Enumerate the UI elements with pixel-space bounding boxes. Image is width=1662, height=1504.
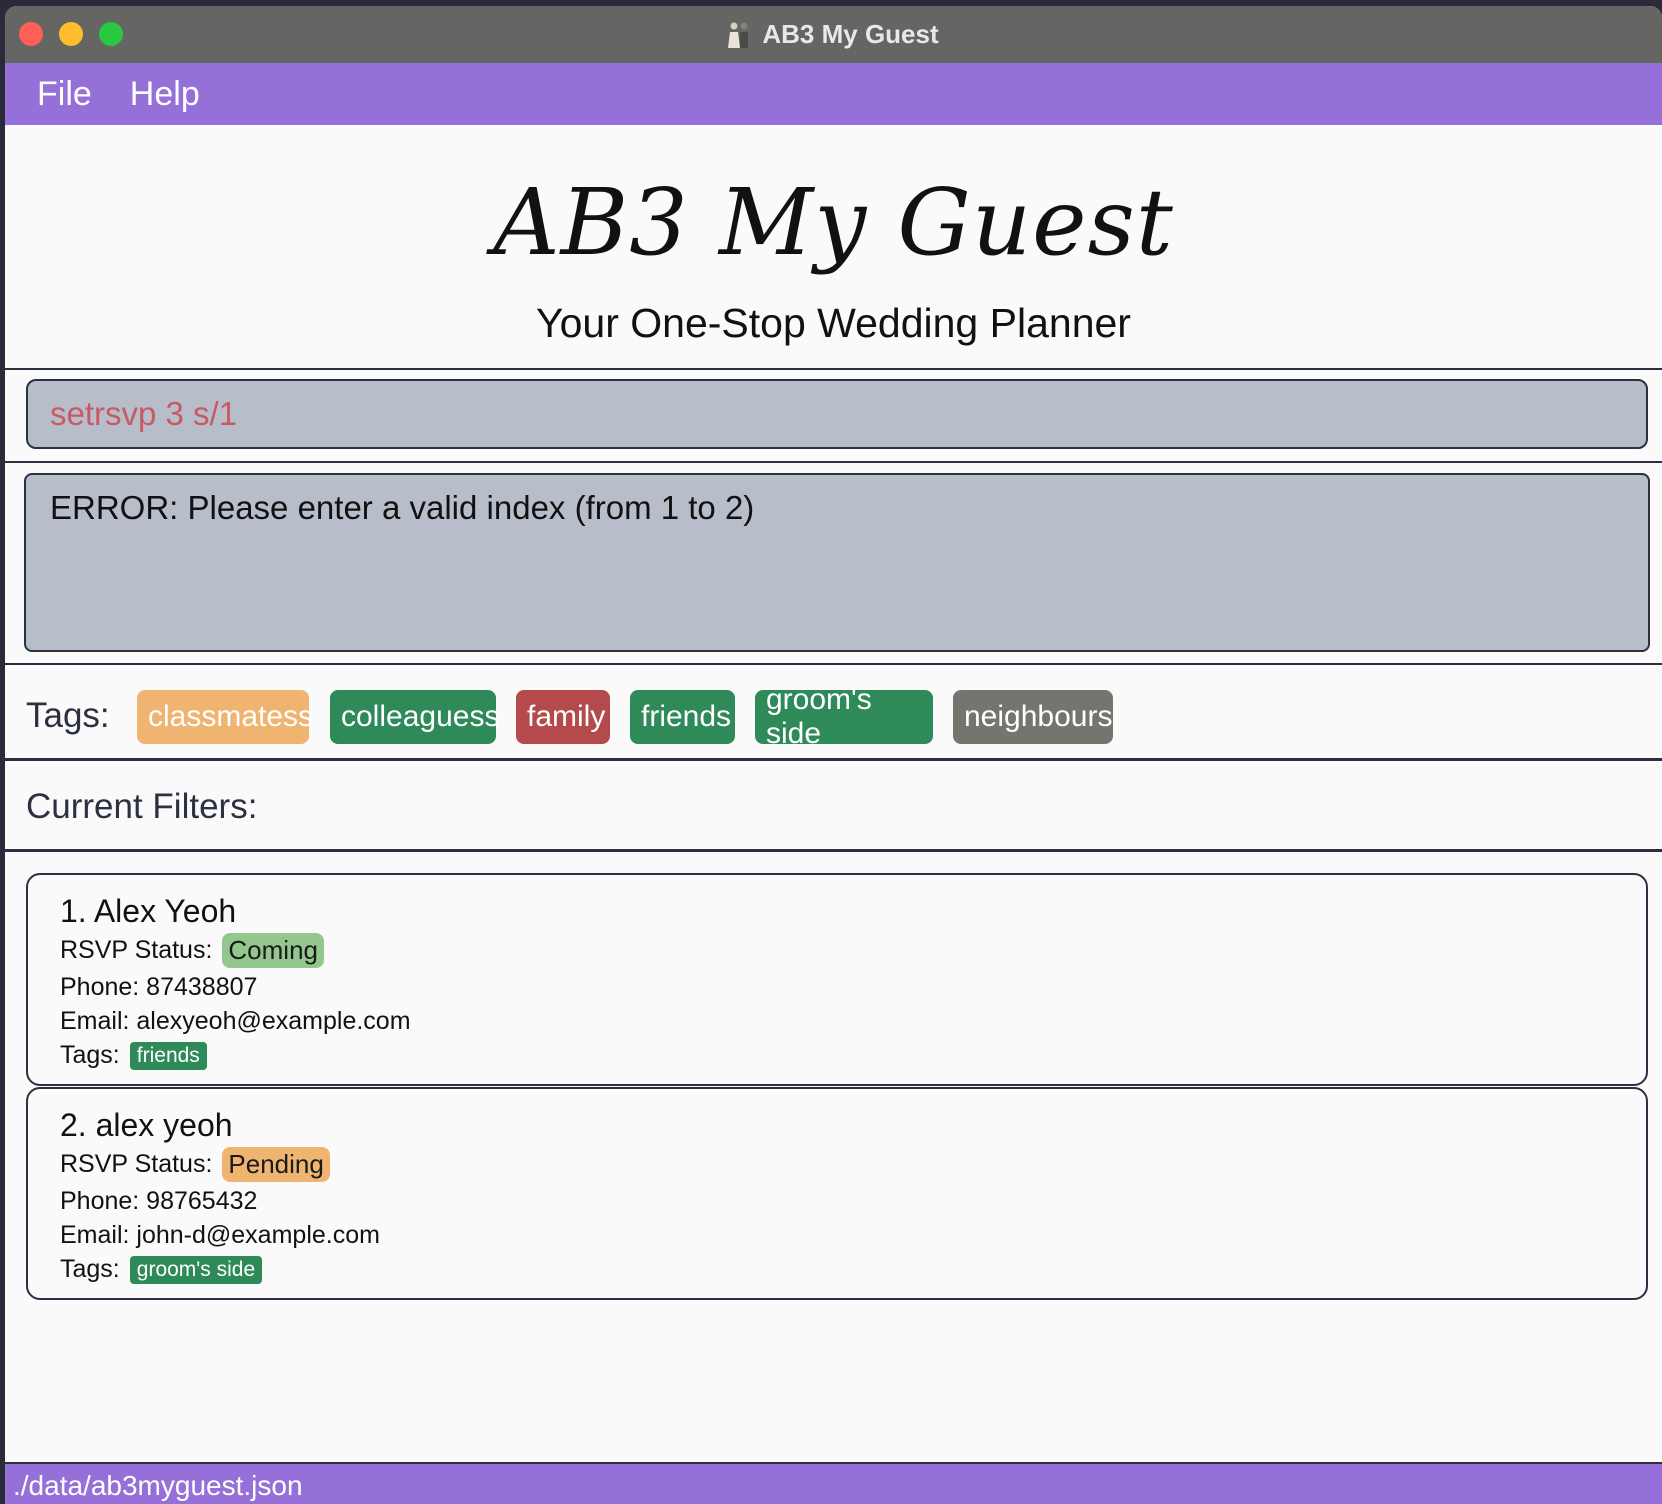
rsvp-status-badge: Coming — [222, 933, 324, 968]
status-bar: ./data/ab3myguest.json — [5, 1462, 1662, 1504]
tags-panel: Tags: classmatess colleaguess family fri… — [5, 670, 1662, 764]
guest-phone: Phone: 98765432 — [60, 1187, 258, 1215]
rsvp-label: RSVP Status: — [60, 1150, 213, 1178]
guest-tag: groom's side — [129, 1255, 263, 1284]
data-file-path: ./data/ab3myguest.json — [13, 1470, 303, 1501]
command-input[interactable]: setrsvp 3 s/1 — [26, 379, 1648, 449]
guest-tags-row: Tags: groom's side — [60, 1255, 263, 1284]
rsvp-status-badge: Pending — [222, 1147, 330, 1182]
rsvp-row: RSVP Status: Coming — [60, 933, 324, 968]
guest-email: Email: alexyeoh@example.com — [60, 1007, 411, 1035]
rsvp-label: RSVP Status: — [60, 936, 213, 964]
tag-chip[interactable]: family — [516, 690, 610, 744]
app-logo: AB3 My Guest — [493, 169, 1174, 276]
current-filters-label: Current Filters: — [26, 787, 258, 826]
app-tagline: Your One-Stop Wedding Planner — [536, 300, 1131, 346]
menu-help[interactable]: Help — [130, 75, 200, 114]
guest-name: 2. alex yeoh — [60, 1107, 233, 1143]
app-header: AB3 My Guest Your One-Stop Wedding Plann… — [5, 125, 1662, 370]
tag-chip[interactable]: groom's side — [755, 683, 933, 750]
tag-chip[interactable]: neighbours — [953, 690, 1113, 744]
divider — [5, 663, 1662, 665]
tags-label: Tags: — [26, 696, 110, 735]
menu-file[interactable]: File — [37, 75, 92, 114]
divider — [5, 461, 1662, 463]
guest-tags-row: Tags: friends — [60, 1041, 207, 1070]
result-message: ERROR: Please enter a valid index (from … — [50, 489, 755, 526]
guest-card[interactable]: 2. alex yeoh RSVP Status: Pending Phone:… — [26, 1087, 1648, 1300]
divider — [5, 849, 1662, 852]
tag-chip[interactable]: classmatess — [137, 690, 313, 744]
divider — [5, 368, 1662, 370]
title-bar: AB3 My Guest — [5, 6, 1662, 64]
menu-bar: File Help — [5, 63, 1662, 125]
guest-email: Email: john-d@example.com — [60, 1221, 380, 1249]
guest-tags-label: Tags: — [60, 1041, 120, 1069]
couple-icon — [728, 22, 749, 48]
guest-card[interactable]: 1. Alex Yeoh RSVP Status: Coming Phone: … — [26, 873, 1648, 1086]
guest-tag: friends — [129, 1041, 207, 1070]
rsvp-row: RSVP Status: Pending — [60, 1147, 330, 1182]
tag-chip[interactable]: colleaguess — [330, 690, 499, 744]
command-text: setrsvp 3 s/1 — [50, 395, 238, 432]
window-title: AB3 My Guest — [762, 19, 939, 49]
divider — [5, 758, 1662, 761]
tag-chip[interactable]: friends — [630, 690, 735, 744]
app-window: AB3 My Guest File Help AB3 My Guest Your… — [5, 6, 1662, 1504]
result-display[interactable]: ERROR: Please enter a valid index (from … — [24, 473, 1650, 652]
guest-tags-label: Tags: — [60, 1255, 120, 1283]
guest-name: 1. Alex Yeoh — [60, 893, 237, 929]
guest-phone: Phone: 87438807 — [60, 973, 258, 1001]
